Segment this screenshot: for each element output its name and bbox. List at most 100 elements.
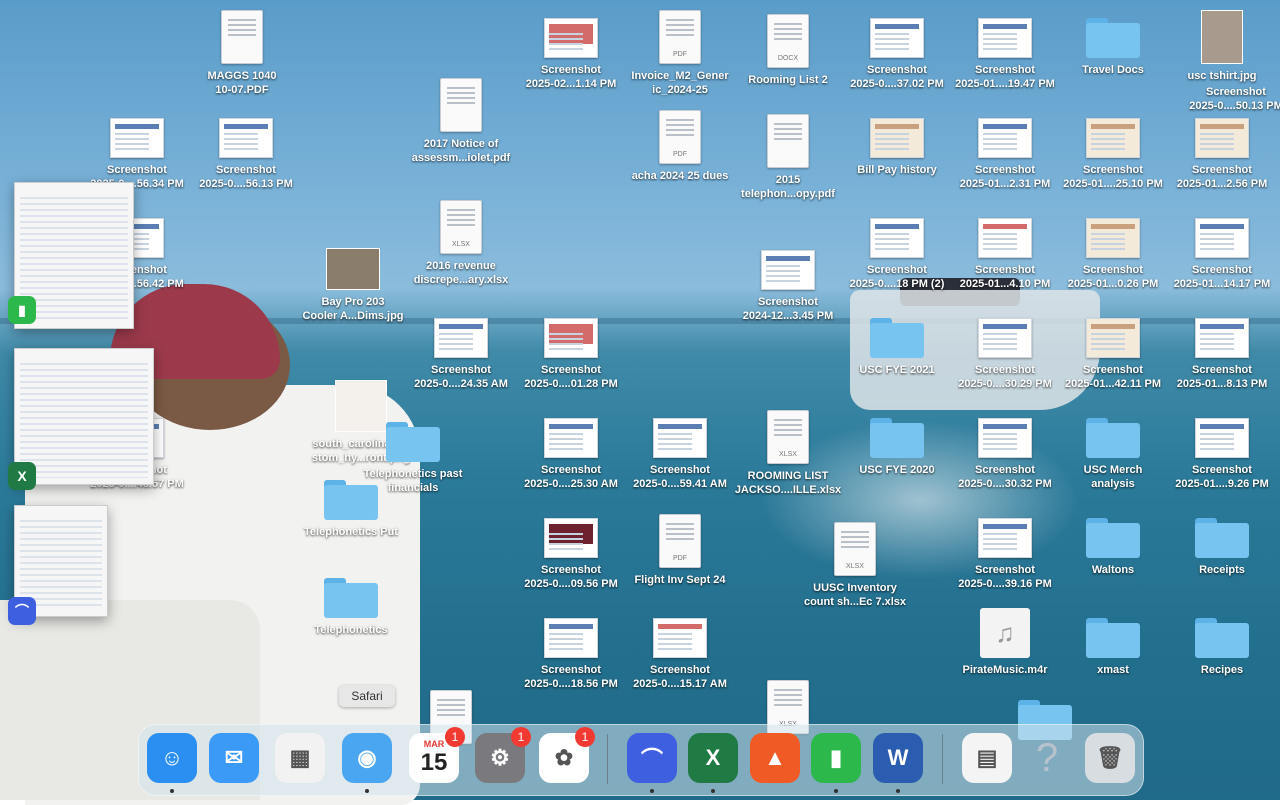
desktop-item-screenshot[interactable]: Screenshot 2025-01...8.13 PM bbox=[1167, 318, 1277, 391]
safari-icon[interactable]: ◉ bbox=[342, 733, 392, 783]
document-icon: PDF bbox=[659, 514, 701, 568]
document-type-tag: XLSX bbox=[779, 451, 797, 458]
word-icon[interactable]: W bbox=[873, 733, 923, 783]
brave-icon[interactable]: ▲ bbox=[750, 733, 800, 783]
folder-icon bbox=[1195, 618, 1249, 658]
document-icon: XLSX bbox=[767, 410, 809, 464]
desktop-item-waltons[interactable]: Waltons bbox=[1058, 518, 1168, 577]
numbers-icon[interactable]: ▮ bbox=[8, 296, 36, 324]
desktop-item-screenshot[interactable]: Screenshot 2025-0....56.13 PM bbox=[191, 118, 301, 191]
running-indicator bbox=[834, 789, 838, 793]
desktop-item-label: acha 2024 25 dues bbox=[631, 170, 729, 182]
desktop-item-screenshot[interactable]: Screenshot 2025-02...1.14 PM bbox=[516, 18, 626, 91]
desktop-item-rooming-list[interactable]: XLSX ROOMING LIST JACKSO....ILLE.xlsx bbox=[733, 410, 843, 497]
desktop-item-screenshot[interactable]: Screenshot 2025-01...14.17 PM bbox=[1167, 218, 1277, 291]
desktop-item-screenshot[interactable]: Screenshot 2025-01...2.31 PM bbox=[950, 118, 1060, 191]
desktop-item-screenshot[interactable]: Screenshot 2025-0....59.41 AM bbox=[625, 418, 735, 491]
document-icon: DOCX bbox=[767, 14, 809, 68]
screenshot-thumbnail-icon bbox=[544, 518, 598, 558]
desktop-item-travel-docs[interactable]: Travel Docs bbox=[1058, 18, 1168, 77]
desktop-item-2017-notice-of[interactable]: 2017 Notice of assessm...iolet.pdf bbox=[406, 78, 516, 165]
desktop-item-screenshot[interactable]: Screenshot 2025-0....18.56 PM bbox=[516, 618, 626, 691]
desktop-item-recipes[interactable]: Recipes bbox=[1167, 618, 1277, 677]
running-indicator bbox=[170, 789, 174, 793]
desktop-item-usc-fye-2021[interactable]: USC FYE 2021 bbox=[842, 318, 952, 377]
excel-icon[interactable]: X bbox=[688, 733, 738, 783]
trash-icon[interactable]: 🗑 bbox=[1085, 733, 1135, 783]
running-indicator bbox=[650, 789, 654, 793]
desktop-item-screenshot[interactable]: Screenshot 2025-0....01.28 PM bbox=[516, 318, 626, 391]
desktop-item-label: Screenshot 2025-01...8.13 PM bbox=[1176, 364, 1268, 390]
desktop-item-label: Telephonetics bbox=[314, 624, 388, 636]
desktop-item-screenshot[interactable]: Screenshot 2025-0....09.56 PM bbox=[516, 518, 626, 591]
desktop-item-uusc-inventory[interactable]: XLSX UUSC Inventory count sh...Ec 7.xlsx bbox=[800, 522, 910, 609]
desktop-item-piratemusic-m4r[interactable]: ♫ PirateMusic.m4r bbox=[950, 608, 1060, 677]
desktop-item-telephonetics-put[interactable]: Telephonetics Put bbox=[296, 480, 406, 539]
desktop-item-screenshot[interactable]: Screenshot 2025-0....30.29 PM bbox=[950, 318, 1060, 391]
screenshot-thumbnail-icon bbox=[110, 118, 164, 158]
desktop-item-flight-inv-sept-24[interactable]: PDF Flight Inv Sept 24 bbox=[625, 514, 735, 587]
desktop-item-usc-fye-2020[interactable]: USC FYE 2020 bbox=[842, 418, 952, 477]
nordvpn-icon[interactable]: ⌒ bbox=[8, 597, 36, 625]
desktop-item-usc-tshirt-jpg[interactable]: usc tshirt.jpg bbox=[1167, 10, 1277, 83]
desktop-item-screenshot[interactable]: Screenshot 2025-01...4.10 PM bbox=[950, 218, 1060, 291]
desktop-item-receipts[interactable]: Receipts bbox=[1167, 518, 1277, 577]
folder-icon bbox=[870, 418, 924, 458]
desktop-item-screenshot[interactable]: Screenshot 2025-01....25.10 PM bbox=[1058, 118, 1168, 191]
screenshot-thumbnail-icon bbox=[978, 118, 1032, 158]
excel-icon[interactable]: X bbox=[8, 462, 36, 490]
recent-pdf-icon[interactable]: ▤ bbox=[962, 733, 1012, 783]
document-icon bbox=[440, 78, 482, 132]
desktop-item-screenshot[interactable]: Screenshot 2025-0....15.17 AM bbox=[625, 618, 735, 691]
launchpad-icon[interactable]: ▦ bbox=[275, 733, 325, 783]
desktop-item-label: Screenshot 2025-0....37.02 PM bbox=[850, 64, 944, 90]
desktop-item-screenshot[interactable]: Screenshot 2025-0....50.13 PM bbox=[1181, 80, 1280, 113]
desktop-item-label: xmast bbox=[1097, 664, 1129, 676]
mail-icon[interactable]: ✉ bbox=[209, 733, 259, 783]
desktop-item-xmast[interactable]: xmast bbox=[1058, 618, 1168, 677]
desktop-item-bay-pro-203[interactable]: Bay Pro 203 Cooler A...Dims.jpg bbox=[298, 248, 408, 323]
desktop-item-screenshot[interactable]: Screenshot 2025-0....39.16 PM bbox=[950, 518, 1060, 591]
desktop-item-screenshot[interactable]: Screenshot 2025-01....9.26 PM bbox=[1167, 418, 1277, 491]
desktop-item-rooming-list-2[interactable]: DOCX Rooming List 2 bbox=[733, 14, 843, 87]
desktop-item-label: Screenshot 2025-01...2.31 PM bbox=[959, 164, 1051, 190]
desktop-item-label: Screenshot 2025-0....30.29 PM bbox=[958, 364, 1052, 390]
desktop-item-label: 2015 telephon...opy.pdf bbox=[741, 174, 835, 200]
screenshot-thumbnail-icon bbox=[434, 318, 488, 358]
folder-icon bbox=[1086, 618, 1140, 658]
desktop-item-screenshot[interactable]: Screenshot 2025-0....25.30 AM bbox=[516, 418, 626, 491]
unknown-app-icon[interactable]: ? bbox=[1022, 733, 1072, 783]
desktop-item-label: MAGGS 1040 10-07.PDF bbox=[207, 70, 277, 96]
desktop-item-usc-merch[interactable]: USC Merch analysis bbox=[1058, 418, 1168, 491]
document-type-tag: PDF bbox=[673, 51, 687, 58]
numbers-icon[interactable]: ▮ bbox=[811, 733, 861, 783]
desktop-item-bill-pay-history[interactable]: Bill Pay history bbox=[842, 118, 952, 177]
desktop-item-screenshot[interactable]: Screenshot 2025-01...42.11 PM bbox=[1058, 318, 1168, 391]
desktop-item-screenshot[interactable]: Screenshot 2025-0....24.35 AM bbox=[406, 318, 516, 391]
document-type-tag: DOCX bbox=[777, 55, 799, 62]
finder-icon[interactable]: ☺ bbox=[147, 733, 197, 783]
desktop-item-2016-revenue[interactable]: XLSX 2016 revenue discrepe...ary.xlsx bbox=[406, 200, 516, 287]
document-icon bbox=[767, 114, 809, 168]
desktop-item-acha-2024-25-dues[interactable]: PDF acha 2024 25 dues bbox=[625, 110, 735, 183]
nordvpn-icon[interactable]: ⌒ bbox=[627, 733, 677, 783]
desktop-item-screenshot[interactable]: Screenshot 2025-01...0.26 PM bbox=[1058, 218, 1168, 291]
desktop-item-telephonetics[interactable]: Telephonetics bbox=[296, 578, 406, 637]
screenshot-thumbnail-icon bbox=[761, 250, 815, 290]
desktop-item-screenshot[interactable]: Screenshot 2024-12...3.45 PM bbox=[733, 250, 843, 323]
desktop-item-screenshot[interactable]: Screenshot 2025-0....37.02 PM bbox=[842, 18, 952, 91]
desktop-item-label: Screenshot 2025-0....15.17 AM bbox=[633, 664, 727, 690]
desktop-item-screenshot[interactable]: Screenshot 2025-0....56.34 PM bbox=[82, 118, 192, 191]
desktop-item-label: USC FYE 2020 bbox=[859, 464, 935, 476]
desktop-item-maggs-1040[interactable]: MAGGS 1040 10-07.PDF bbox=[187, 10, 297, 97]
screenshot-thumbnail-icon bbox=[978, 218, 1032, 258]
desktop-item-invoice-m2-gener[interactable]: PDF Invoice_M2_Gener ic_2024-25 bbox=[625, 10, 735, 97]
desktop-item-screenshot[interactable]: Screenshot 2025-0....18 PM (2) bbox=[842, 218, 952, 291]
desktop-item-label: Flight Inv Sept 24 bbox=[634, 574, 726, 586]
desktop-item-screenshot[interactable]: Screenshot 2025-01....19.47 PM bbox=[950, 18, 1060, 91]
desktop-item-screenshot[interactable]: Screenshot 2025-01...2.56 PM bbox=[1167, 118, 1277, 191]
desktop-item-label: Bill Pay history bbox=[857, 164, 937, 176]
desktop-item-2015[interactable]: 2015 telephon...opy.pdf bbox=[733, 114, 843, 201]
desktop-item-screenshot[interactable]: Screenshot 2025-0....30.32 PM bbox=[950, 418, 1060, 491]
desktop-item-label: ROOMING LIST JACKSO....ILLE.xlsx bbox=[734, 470, 842, 496]
